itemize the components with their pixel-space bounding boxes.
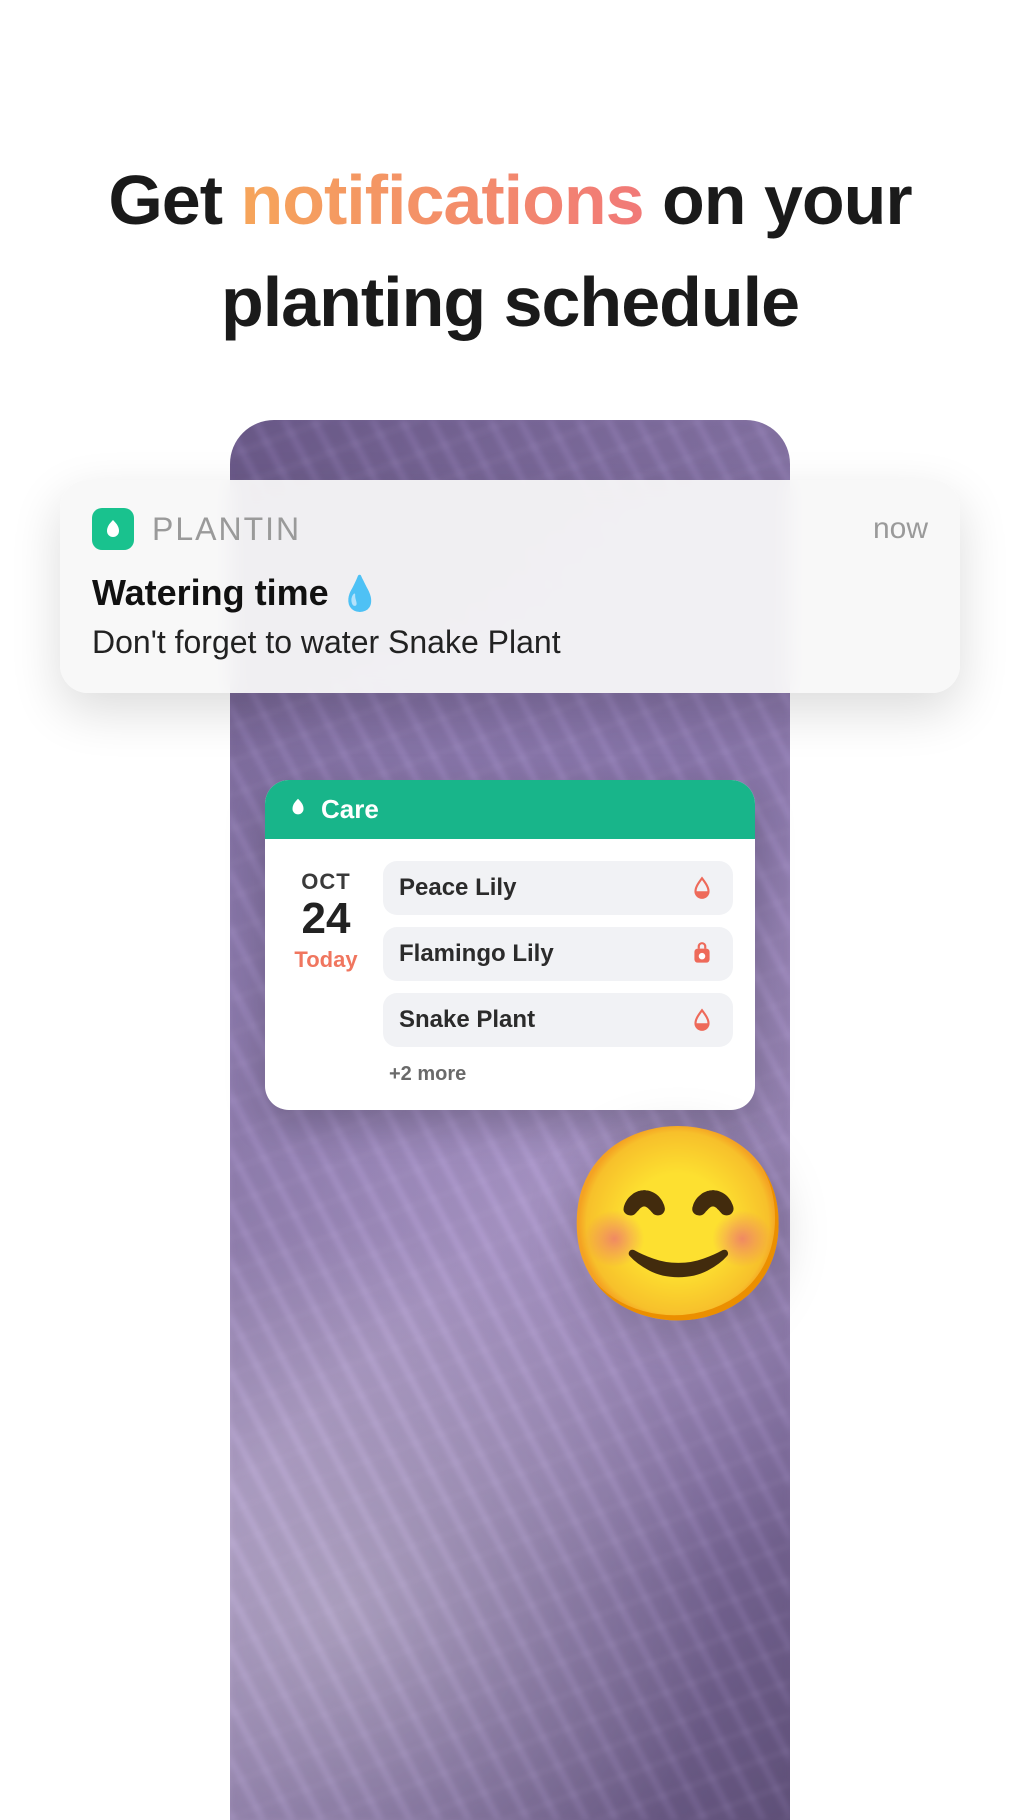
notification-header: PLANTIN now xyxy=(92,508,928,550)
care-item-name: Snake Plant xyxy=(399,1006,535,1034)
plantin-app-icon xyxy=(92,508,134,550)
care-month: OCT xyxy=(287,869,365,895)
water-drop-icon: 💧 xyxy=(339,575,381,613)
water-icon xyxy=(687,873,717,903)
care-today-label: Today xyxy=(287,947,365,973)
notification-time: now xyxy=(873,512,928,546)
water-icon xyxy=(687,1005,717,1035)
care-widget[interactable]: Care OCT 24 Today Peace Lily Flamingo Li… xyxy=(265,780,755,1110)
care-date: OCT 24 Today xyxy=(287,861,365,1086)
notification-banner[interactable]: PLANTIN now Watering time 💧 Don't forget… xyxy=(60,480,960,693)
feed-icon xyxy=(687,939,717,969)
care-item[interactable]: Flamingo Lily xyxy=(383,927,733,981)
care-item-name: Peace Lily xyxy=(399,874,516,902)
notification-app-name: PLANTIN xyxy=(152,511,301,548)
notification-title: Watering time 💧 xyxy=(92,572,928,614)
care-day: 24 xyxy=(287,897,365,941)
notification-title-text: Watering time xyxy=(92,572,339,613)
care-more-label[interactable]: +2 more xyxy=(383,1059,733,1086)
care-item[interactable]: Peace Lily xyxy=(383,861,733,915)
smiling-face-emoji: 😊 xyxy=(560,1130,797,1320)
headline-pre: Get xyxy=(108,161,240,239)
care-widget-body: OCT 24 Today Peace Lily Flamingo Lily Sn… xyxy=(265,839,755,1110)
care-item[interactable]: Snake Plant xyxy=(383,993,733,1047)
tulip-icon xyxy=(287,796,309,823)
care-list: Peace Lily Flamingo Lily Snake Plant +2 … xyxy=(383,861,733,1086)
care-widget-title: Care xyxy=(321,794,379,825)
headline-accent: notifications xyxy=(240,161,643,239)
page-headline: Get notifications on your planting sched… xyxy=(0,0,1020,353)
care-widget-header: Care xyxy=(265,780,755,839)
care-item-name: Flamingo Lily xyxy=(399,940,554,968)
notification-body: Don't forget to water Snake Plant xyxy=(92,624,928,661)
